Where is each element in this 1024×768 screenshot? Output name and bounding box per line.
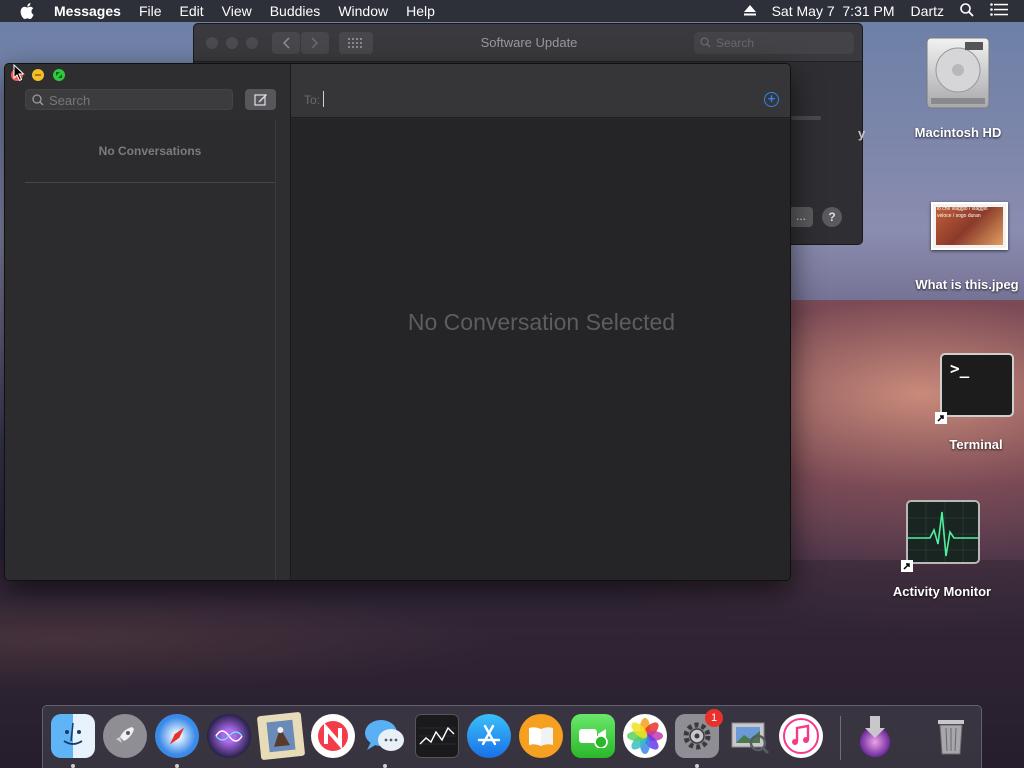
- notification-badge: 1: [705, 709, 723, 727]
- menu-buddies[interactable]: Buddies: [270, 3, 321, 19]
- hard-drive-icon[interactable]: [921, 34, 995, 112]
- preferences-search-placeholder: Search: [716, 36, 755, 50]
- running-indicator: [71, 764, 75, 768]
- minimize-button[interactable]: [32, 69, 44, 81]
- alias-arrow-icon: [901, 560, 913, 572]
- desktop-icon-label[interactable]: Macintosh HD: [905, 125, 1011, 140]
- menu-edit[interactable]: Edit: [180, 3, 204, 19]
- menu-window[interactable]: Window: [338, 3, 388, 19]
- eject-icon[interactable]: [743, 3, 756, 19]
- image-caption: io che viaggio / viaggio veloce / sogo d…: [937, 206, 988, 219]
- conversation-sidebar: Search No Conversations: [5, 64, 290, 580]
- activity-monitor-icon[interactable]: [906, 500, 980, 564]
- desktop-icon-label[interactable]: Activity Monitor: [880, 584, 1004, 599]
- finder-icon[interactable]: [51, 714, 95, 758]
- app-store-icon[interactable]: [467, 714, 511, 758]
- text-caret: [323, 91, 324, 107]
- book-icon[interactable]: [519, 714, 563, 758]
- chat-bubble-icon[interactable]: [363, 714, 407, 758]
- minus-icon: [35, 74, 41, 76]
- terminal-prompt: >_: [950, 359, 970, 378]
- flower-icon[interactable]: [623, 714, 667, 758]
- preferences-search-input[interactable]: Search: [694, 32, 854, 54]
- help-button[interactable]: ?: [822, 207, 842, 227]
- search-icon[interactable]: [960, 2, 974, 20]
- desktop-icon-label[interactable]: What is this.jpeg: [910, 277, 1024, 292]
- update-progress-bar: [791, 116, 821, 120]
- gear-icon[interactable]: 1: [675, 709, 723, 758]
- no-conversations-label: No Conversations: [98, 144, 202, 158]
- apple-logo-icon[interactable]: [20, 3, 38, 19]
- image-file-icon[interactable]: io che viaggio / viaggio veloce / sogo d…: [931, 202, 1008, 250]
- menu-file[interactable]: File: [139, 3, 162, 19]
- menu-user[interactable]: Dartz: [911, 3, 944, 19]
- conversation-search-input[interactable]: Search: [25, 89, 233, 110]
- running-indicator: [175, 764, 179, 768]
- menu-bar: Messages File Edit View Buddies Window H…: [0, 0, 1024, 22]
- video-camera-icon[interactable]: [571, 714, 615, 758]
- download-icon[interactable]: [853, 714, 897, 758]
- menu-help[interactable]: Help: [406, 3, 435, 19]
- to-label: To:: [304, 93, 321, 107]
- menu-app-name[interactable]: Messages: [54, 3, 121, 19]
- desktop-icon-label[interactable]: Terminal: [930, 437, 1022, 452]
- mouse-pointer-icon: [13, 64, 25, 82]
- expand-icon: [56, 72, 62, 78]
- news-icon[interactable]: [311, 714, 355, 758]
- list-icon[interactable]: [990, 3, 1008, 19]
- compose-button[interactable]: [245, 89, 276, 110]
- sidebar-scrollbar[interactable]: [275, 120, 290, 580]
- chart-icon[interactable]: [415, 714, 459, 758]
- dock-separator: [840, 716, 841, 760]
- terminal-icon[interactable]: >_: [940, 353, 1014, 417]
- preview-icon[interactable]: [727, 714, 771, 758]
- add-recipient-button[interactable]: +: [764, 92, 779, 107]
- transcript-area: No Conversation Selected: [291, 119, 790, 580]
- trash-icon[interactable]: [929, 714, 973, 758]
- list-divider: [25, 182, 275, 183]
- messages-window: Search No Conversations To: + No Convers…: [4, 63, 791, 581]
- conversation-search-placeholder: Search: [49, 93, 91, 108]
- compose-icon: [253, 94, 267, 106]
- rocket-icon[interactable]: [103, 714, 147, 758]
- menu-view[interactable]: View: [222, 3, 252, 19]
- search-icon: [32, 94, 44, 106]
- stamp-icon[interactable]: [256, 711, 306, 761]
- running-indicator: [383, 764, 387, 768]
- no-conversation-selected-label: No Conversation Selected: [407, 309, 676, 335]
- recipient-header: To: +: [291, 64, 790, 118]
- running-indicator: [695, 764, 699, 768]
- advanced-button[interactable]: ...: [789, 207, 813, 227]
- software-update-titlebar: Software Update Search: [194, 24, 862, 62]
- search-icon: [700, 37, 711, 48]
- dock: 1: [42, 705, 982, 768]
- alias-arrow-icon: [935, 412, 947, 424]
- recipient-input[interactable]: [329, 93, 749, 109]
- fullscreen-button[interactable]: [53, 69, 65, 81]
- menu-datetime[interactable]: Sat May 7 7:31 PM: [772, 3, 895, 19]
- siri-icon[interactable]: [207, 714, 251, 758]
- music-note-icon[interactable]: [779, 714, 823, 758]
- software-update-partial-text: y: [858, 126, 866, 141]
- conversation-list: [5, 120, 275, 580]
- compass-icon[interactable]: [155, 714, 199, 758]
